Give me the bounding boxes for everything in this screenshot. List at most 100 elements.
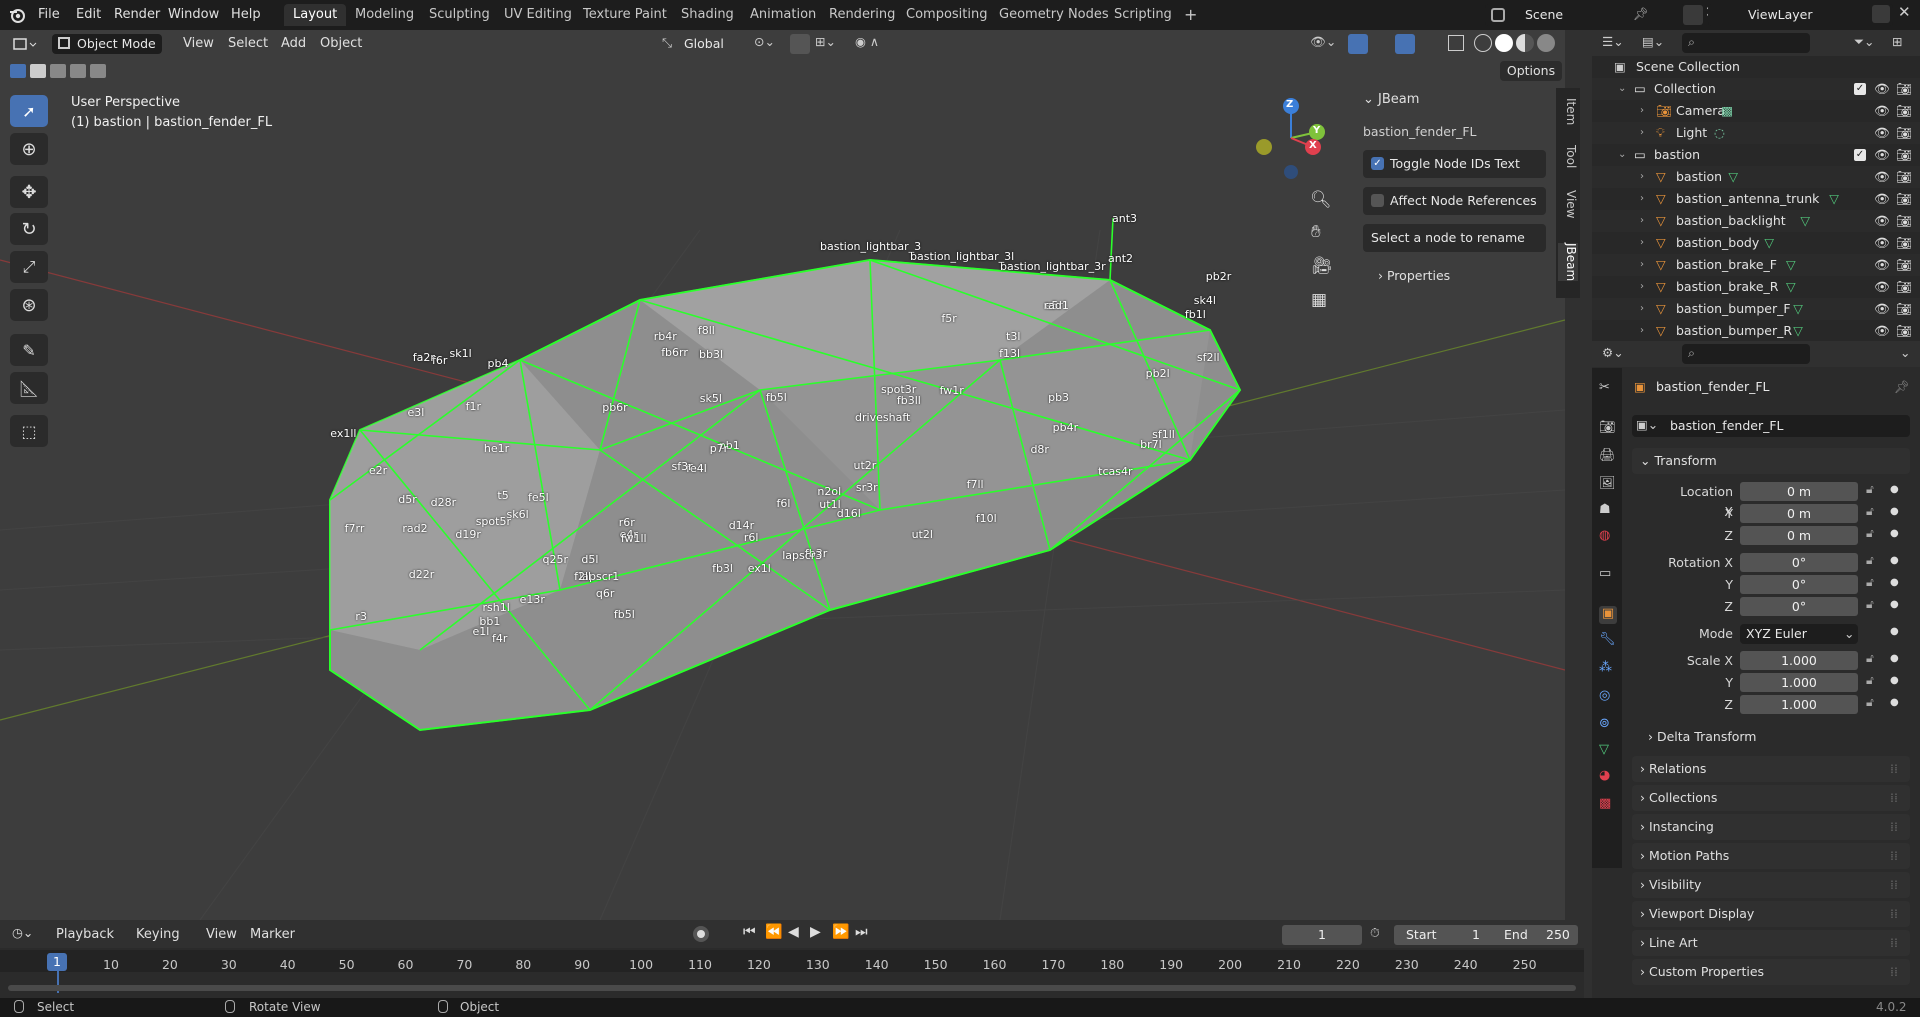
- render-tab-icon[interactable]: 📷︎: [1599, 420, 1617, 438]
- lock-icon[interactable]: 🔓︎: [1866, 695, 1874, 710]
- material-shading-icon[interactable]: [1516, 34, 1534, 52]
- lock-icon[interactable]: 🔓︎: [1866, 553, 1874, 568]
- outliner-row-label[interactable]: bastion_body: [1676, 232, 1759, 254]
- drag-handle-icon[interactable]: ⁞⁞: [1890, 785, 1898, 811]
- menu-edit[interactable]: Edit: [70, 5, 107, 25]
- outliner-row[interactable]: › ▽ bastion_antenna_trunk ▽ 👁︎ 📷︎: [1592, 188, 1920, 210]
- pan-hand-icon[interactable]: ✋︎: [1311, 222, 1321, 242]
- new-collection-icon[interactable]: ⊞: [1892, 34, 1902, 49]
- drag-handle-icon[interactable]: ⁞⁞: [1890, 843, 1898, 869]
- render-camera-icon[interactable]: 📷︎: [1896, 320, 1912, 341]
- prev-keyframe-icon[interactable]: ⏪: [765, 924, 782, 940]
- outliner-row[interactable]: › ▽ bastion_bumper_F ▽ 👁︎ 📷︎: [1592, 298, 1920, 320]
- properties-panel-header[interactable]: › Custom Properties ⁞⁞: [1632, 959, 1910, 985]
- outliner-row-label[interactable]: bastion_backlight: [1676, 210, 1786, 232]
- tab-geometry-nodes[interactable]: Geometry Nodes: [990, 4, 1118, 26]
- transform-panel-header[interactable]: ⌄ Transform: [1632, 448, 1910, 474]
- new-scene-button[interactable]: [1683, 5, 1703, 25]
- keyframe-dot-icon[interactable]: ●: [1890, 599, 1899, 610]
- gizmo-toggle-icon[interactable]: [1348, 34, 1368, 54]
- keyframe-dot-icon[interactable]: ●: [1890, 675, 1899, 686]
- annotate-tool[interactable]: ✎: [10, 334, 48, 366]
- render-camera-icon[interactable]: 📷︎: [1896, 298, 1912, 320]
- affect-node-refs-checkbox[interactable]: Affect Node References: [1363, 187, 1546, 215]
- timeline-menu-keying[interactable]: Keying: [136, 925, 180, 945]
- eye-icon[interactable]: 👁︎: [1874, 100, 1890, 122]
- outliner-row-label[interactable]: bastion: [1654, 144, 1700, 166]
- texture-tab-icon[interactable]: ▩: [1599, 796, 1617, 814]
- menu-window[interactable]: Window: [162, 5, 225, 25]
- collapse-arrow-icon[interactable]: ›: [1640, 320, 1644, 341]
- play-reverse-icon[interactable]: ◀: [788, 924, 799, 940]
- wireframe-shading-icon[interactable]: [1474, 34, 1492, 52]
- viewlayer-selector[interactable]: ViewLayer: [1708, 4, 1893, 26]
- select-intersect-icon[interactable]: [90, 64, 106, 78]
- outliner-row[interactable]: › ▽ bastion_brake_F ▽ 👁︎ 📷︎: [1592, 254, 1920, 276]
- outliner-row-label[interactable]: bastion_brake_R: [1676, 276, 1778, 298]
- location-y-field[interactable]: 0 m: [1740, 504, 1858, 523]
- object-tab-icon[interactable]: ▣: [1599, 606, 1617, 624]
- collapse-arrow-icon[interactable]: ›: [1640, 122, 1644, 144]
- eye-icon[interactable]: 👁︎: [1874, 254, 1890, 276]
- outliner-row-label[interactable]: bastion_antenna_trunk: [1676, 188, 1819, 210]
- menu-select[interactable]: Select: [228, 34, 268, 54]
- render-camera-icon[interactable]: 📷︎: [1896, 210, 1912, 232]
- ortho-grid-icon[interactable]: ▦: [1311, 290, 1327, 310]
- outliner-row-label[interactable]: bastion_bumper_R: [1676, 320, 1792, 341]
- snap-toggle-icon[interactable]: [790, 34, 810, 54]
- constraints-tab-icon[interactable]: ⊚: [1599, 716, 1617, 734]
- options-dropdown[interactable]: Options: [1500, 61, 1562, 81]
- timeline-menu-marker[interactable]: Marker: [250, 925, 295, 945]
- rotation-y-field[interactable]: 0°: [1740, 575, 1858, 594]
- render-camera-icon[interactable]: 📷︎: [1896, 232, 1912, 254]
- render-camera-icon[interactable]: 📷︎: [1896, 144, 1912, 166]
- eye-icon[interactable]: 👁︎: [1874, 188, 1890, 210]
- menu-help[interactable]: Help: [225, 5, 267, 25]
- zoom-icon[interactable]: 🔍︎: [1310, 190, 1332, 210]
- drag-handle-icon[interactable]: ⁞⁞: [1890, 959, 1898, 985]
- outliner-row[interactable]: › 💡︎ Light ◌ 👁︎ 📷︎: [1592, 122, 1920, 144]
- eye-icon[interactable]: 👁︎: [1874, 298, 1890, 320]
- eye-icon[interactable]: 👁︎: [1874, 232, 1890, 254]
- add-workspace-button[interactable]: +: [1175, 4, 1206, 26]
- next-keyframe-icon[interactable]: ⏩: [832, 924, 849, 940]
- collapse-arrow-icon[interactable]: ›: [1640, 100, 1644, 122]
- rotation-mode-dropdown[interactable]: XYZ Euler ⌄: [1740, 624, 1858, 644]
- render-camera-icon[interactable]: 📷︎: [1896, 276, 1912, 298]
- exclude-checkbox[interactable]: ✓: [1854, 83, 1866, 95]
- outliner-row[interactable]: › ▽ bastion_body ▽ 👁︎ 📷︎: [1592, 232, 1920, 254]
- menu-file[interactable]: File: [32, 5, 66, 25]
- mesh-data-icon[interactable]: ▽: [1764, 232, 1774, 254]
- visibility-icon[interactable]: 👁︎⌄: [1310, 34, 1336, 50]
- blender-logo-icon[interactable]: [8, 6, 26, 24]
- mesh-data-icon[interactable]: ▽: [1793, 320, 1803, 341]
- tool-tab-icon[interactable]: ✂︎: [1599, 380, 1617, 398]
- lock-icon[interactable]: 🔓︎: [1866, 651, 1874, 666]
- eye-icon[interactable]: 👁︎: [1874, 276, 1890, 298]
- menu-add[interactable]: Add: [281, 34, 306, 54]
- properties-panel-header[interactable]: › Visibility ⁞⁞: [1632, 872, 1910, 898]
- keyframe-dot-icon[interactable]: ●: [1890, 577, 1899, 588]
- new-viewlayer-button[interactable]: [1872, 5, 1890, 23]
- tab-texture-paint[interactable]: Texture Paint: [574, 4, 676, 26]
- outliner-row[interactable]: › ▽ bastion_bumper_R ▽ 👁︎ 📷︎: [1592, 320, 1920, 341]
- end-frame-field[interactable]: End 250: [1496, 925, 1578, 945]
- display-mode-icon[interactable]: ▤⌄: [1642, 34, 1664, 49]
- outliner-row-label[interactable]: Camera: [1676, 100, 1725, 122]
- collapse-arrow-icon[interactable]: ›: [1640, 254, 1644, 276]
- properties-subpanel[interactable]: › Properties: [1378, 268, 1450, 283]
- pivot-icon[interactable]: ⊙⌄: [754, 34, 775, 49]
- eye-icon[interactable]: 👁︎: [1874, 144, 1890, 166]
- outliner-row[interactable]: ⌄ ▭ Collection ✓ 👁︎ 📷︎: [1592, 78, 1920, 100]
- material-tab-icon[interactable]: ◕: [1599, 768, 1617, 786]
- current-frame-field[interactable]: 1: [1282, 925, 1362, 945]
- mesh-data-icon[interactable]: ▽: [1728, 166, 1738, 188]
- render-camera-icon[interactable]: 📷︎: [1896, 78, 1912, 100]
- solid-shading-icon[interactable]: [1495, 34, 1513, 52]
- keyframe-dot-icon[interactable]: ●: [1890, 653, 1899, 664]
- physics-tab-icon[interactable]: ◎: [1599, 688, 1617, 706]
- collapse-arrow-icon[interactable]: ›: [1640, 166, 1644, 188]
- scale-z-field[interactable]: 1.000: [1740, 695, 1858, 714]
- collapse-arrow-icon[interactable]: ›: [1640, 298, 1644, 320]
- outliner-row-label[interactable]: Collection: [1654, 78, 1716, 100]
